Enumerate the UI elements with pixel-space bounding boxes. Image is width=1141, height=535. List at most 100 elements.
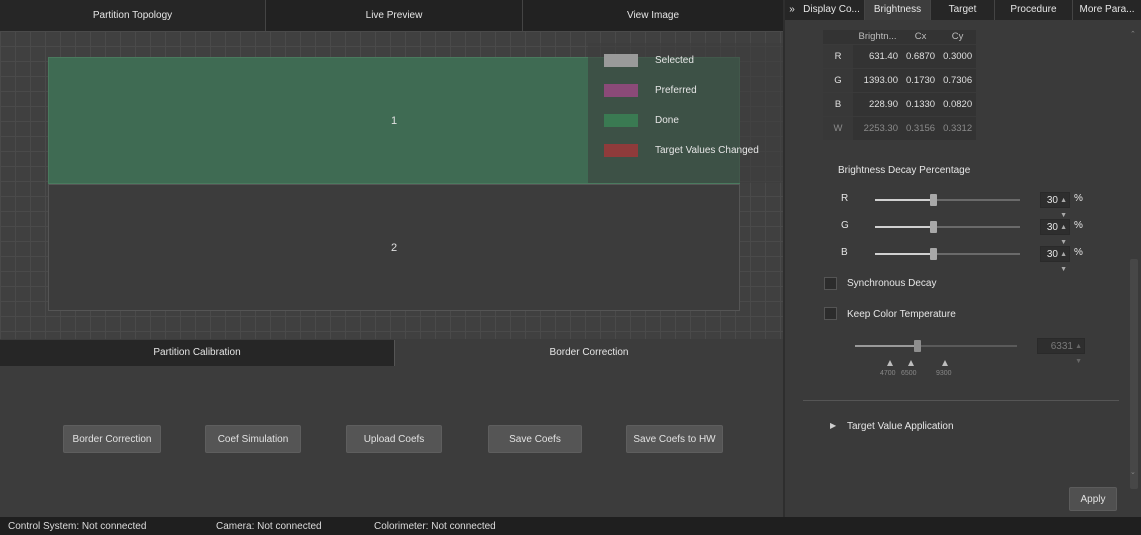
unit-label: % [1074,193,1083,204]
apply-button[interactable]: Apply [1069,487,1117,511]
save-coefs-to-hw-button[interactable]: Save Coefs to HW [626,425,723,453]
channel-label: R [841,193,849,204]
scrollbar-thumb[interactable] [1130,259,1138,489]
tab-live-preview[interactable]: Live Preview [266,0,523,31]
channel-label: B [841,247,848,258]
save-coefs-button[interactable]: Save Coefs [488,425,582,453]
slider-handle[interactable] [930,194,937,206]
tab-brightness[interactable]: Brightness [865,0,931,20]
status-bar: Control System: Not connected Camera: No… [0,517,1141,535]
cell-cy[interactable]: 0.0820 [939,92,977,117]
expand-arrow-icon[interactable]: ▶ [830,421,836,430]
legend-label: Preferred [655,84,697,96]
upload-coefs-button[interactable]: Upload Coefs [346,425,442,453]
spinbox-value: 30 [1046,222,1058,233]
settings-tabbar: » Display Co... Brightness Target Proced… [785,0,1141,20]
tab-target[interactable]: Target [931,0,995,20]
table-row[interactable]: B 228.90 0.1330 0.0820 [823,92,977,117]
topology-canvas[interactable]: 1 2 Selected Preferred Done Target Value… [0,31,783,339]
tab-partition-topology[interactable]: Partition Topology [0,0,266,31]
main-tabbar: Partition Topology Live Preview View Ima… [0,0,783,31]
scroll-up-icon[interactable]: ⌃ [1130,30,1136,38]
target-value-application-header[interactable]: Target Value Application [847,421,954,432]
table-row[interactable]: W 2253.30 0.3156 0.3312 [823,116,977,141]
colorimeter-status: Colorimeter: Not connected [374,521,496,532]
coef-simulation-button[interactable]: Coef Simulation [205,425,301,453]
legend-label: Selected [655,54,694,66]
cell-cx[interactable]: 0.6870 [902,44,940,69]
correction-button-row: Border Correction Coef Simulation Upload… [0,425,783,455]
cell-brightness[interactable]: 1393.00 [853,68,902,93]
slider-handle[interactable] [930,221,937,233]
row-label: G [823,68,853,93]
cell-cx[interactable]: 0.1730 [902,68,940,93]
decay-spinbox-r[interactable]: 30 ▲ ▼ [1040,192,1070,219]
legend-item-target-values-changed: Target Values Changed [604,142,759,158]
synchronous-decay-label: Synchronous Decay [847,278,937,289]
decay-spinbox-g[interactable]: 30 ▲ ▼ [1040,219,1070,246]
legend-swatch [604,143,638,157]
decay-slider-g[interactable] [875,221,1020,233]
border-correction-button[interactable]: Border Correction [63,425,161,453]
tab-scroll-left-icon[interactable]: » [785,0,799,20]
partition-label: 2 [390,241,398,254]
spinbox-value: 6331 [1050,341,1073,352]
table-header[interactable]: Brightn... [853,30,902,45]
cell-brightness[interactable]: 228.90 [853,92,902,117]
brightness-table: Brightn... Cx Cy R 631.40 0.6870 0.3000 … [823,30,977,141]
table-header[interactable]: Cx [902,30,940,45]
section-divider [803,400,1119,401]
tick-marker-icon [942,360,948,366]
slider-handle[interactable] [914,340,921,352]
cell-brightness: 2253.30 [853,116,902,141]
tab-partition-calibration[interactable]: Partition Calibration [0,340,394,366]
right-pane: » Display Co... Brightness Target Proced… [785,0,1141,517]
spin-arrows-icon: ▲ ▼ [1075,343,1082,365]
spinbox-value: 30 [1046,249,1058,260]
legend-swatch [604,113,638,127]
calibration-tabbar: Partition Calibration Border Correction [0,340,783,366]
cell-cy[interactable]: 0.3000 [939,44,977,69]
synchronous-decay-checkbox[interactable] [824,277,837,290]
decay-spinbox-b[interactable]: 30 ▲ ▼ [1040,246,1070,273]
cell-brightness[interactable]: 631.40 [853,44,902,69]
right-pane-scrollbar[interactable]: ⌃ ⌄ [1129,24,1139,489]
table-header-row: Brightn... Cx Cy [823,30,977,45]
legend-item-preferred: Preferred [604,82,697,98]
tab-procedure[interactable]: Procedure [995,0,1073,20]
control-system-status: Control System: Not connected [8,521,147,532]
decay-row-b: B 30 ▲ ▼ % [785,245,1141,273]
keep-color-temperature-checkbox[interactable] [824,307,837,320]
legend-label: Done [655,114,679,126]
decay-slider-b[interactable] [875,248,1020,260]
left-pane: Partition Topology Live Preview View Ima… [0,0,783,517]
tab-more-params[interactable]: More Para... [1073,0,1141,20]
cell-cy[interactable]: 0.7306 [939,68,977,93]
legend-label: Target Values Changed [655,144,759,156]
tab-view-image[interactable]: View Image [523,0,783,31]
decay-title: Brightness Decay Percentage [838,165,971,176]
scroll-down-icon[interactable]: ⌄ [1130,468,1136,476]
partition-2[interactable]: 2 [48,184,740,311]
legend: Selected Preferred Done Target Values Ch… [588,43,783,183]
legend-item-selected: Selected [604,52,694,68]
table-row[interactable]: G 1393.00 0.1730 0.7306 [823,68,977,93]
table-header[interactable]: Cy [939,30,977,45]
slider-fill [875,226,933,228]
row-label: R [823,44,853,69]
slider-handle[interactable] [930,248,937,260]
channel-label: G [841,220,849,231]
slider-fill [875,253,933,255]
table-header [823,30,853,45]
table-row[interactable]: R 631.40 0.6870 0.3000 [823,44,977,69]
temperature-slider[interactable] [855,340,1017,352]
cell-cx[interactable]: 0.1330 [902,92,940,117]
tab-border-correction[interactable]: Border Correction [394,340,783,366]
cell-cx: 0.3156 [902,116,940,141]
spin-arrows-icon[interactable]: ▲ ▼ [1060,247,1067,277]
legend-swatch [604,53,638,67]
tab-display-config[interactable]: Display Co... [799,0,865,20]
row-label: W [823,116,853,141]
decay-slider-r[interactable] [875,194,1020,206]
tick-label: 6500 [901,370,917,377]
